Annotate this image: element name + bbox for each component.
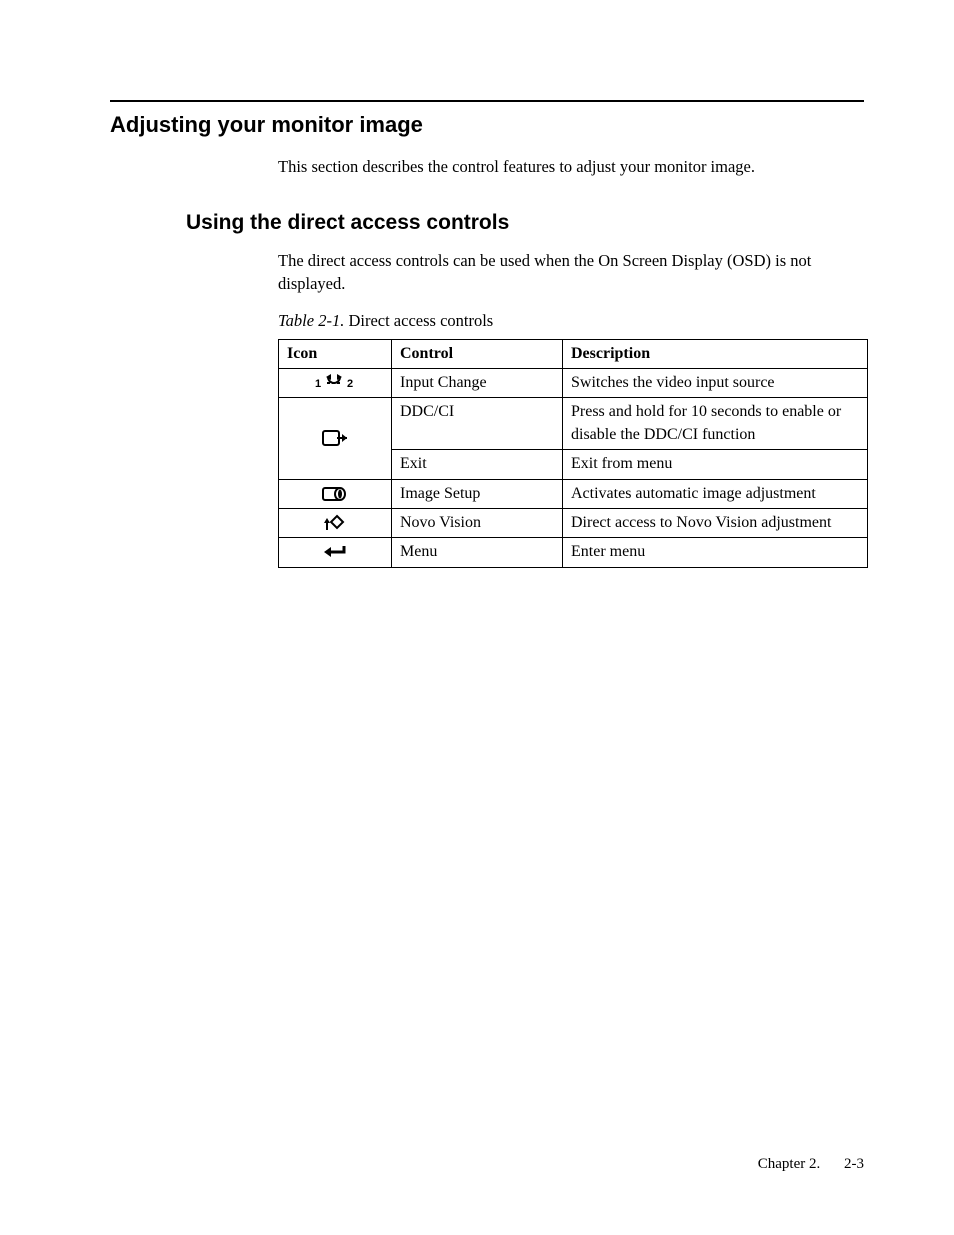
table-cell-control: Exit [392, 450, 563, 479]
table-cell-description: Switches the video input source [563, 368, 868, 397]
svg-text:2: 2 [347, 378, 353, 390]
icon-cell [279, 398, 392, 479]
icon-cell [279, 508, 392, 537]
section-intro: This section describes the control featu… [278, 155, 864, 178]
table-cell-description: Direct access to Novo Vision adjustment [563, 508, 868, 537]
table-row: Image Setup Activates automatic image ad… [279, 479, 868, 508]
icon-cell: 1 2 [279, 368, 392, 397]
subsection-intro: The direct access controls can be used w… [278, 249, 864, 295]
table-header-icon: Icon [279, 339, 392, 368]
table-cell-control: Image Setup [392, 479, 563, 508]
icon-cell [279, 538, 392, 567]
table-caption-text: Direct access controls [348, 311, 493, 330]
exit-icon [283, 428, 387, 448]
input-change-icon: 1 2 [283, 374, 387, 392]
table-row: DDC/CI Press and hold for 10 seconds to … [279, 398, 868, 450]
table-row: Novo Vision Direct access to Novo Vision… [279, 508, 868, 537]
table-cell-control: Input Change [392, 368, 563, 397]
table-cell-control: DDC/CI [392, 398, 563, 450]
table-cell-description: Exit from menu [563, 450, 868, 479]
icon-cell [279, 479, 392, 508]
section-title: Adjusting your monitor image [110, 110, 864, 141]
section-rule [110, 100, 864, 102]
table-header-description: Description [563, 339, 868, 368]
table-row: Menu Enter menu [279, 538, 868, 567]
table-cell-description: Activates automatic image adjustment [563, 479, 868, 508]
table-cell-control: Novo Vision [392, 508, 563, 537]
direct-access-controls-table: Icon Control Description 1 [278, 339, 868, 568]
table-header-control: Control [392, 339, 563, 368]
table-cell-description: Press and hold for 10 seconds to enable … [563, 398, 868, 450]
footer-page: 2-3 [844, 1156, 864, 1172]
table-cell-control: Menu [392, 538, 563, 567]
menu-icon [283, 544, 387, 560]
subsection-title: Using the direct access controls [186, 208, 864, 237]
novo-vision-icon [283, 514, 387, 532]
table-caption: Table 2-1. Direct access controls [278, 309, 864, 332]
svg-text:1: 1 [315, 378, 321, 390]
page-footer: Chapter 2. 2-3 [758, 1154, 864, 1175]
table-header-row: Icon Control Description [279, 339, 868, 368]
table-cell-description: Enter menu [563, 538, 868, 567]
table-row: 1 2 Input Change Switches the video inpu… [279, 368, 868, 397]
footer-chapter: Chapter 2. [758, 1156, 820, 1172]
image-setup-icon [283, 485, 387, 503]
table-caption-label: Table 2-1. [278, 311, 344, 330]
